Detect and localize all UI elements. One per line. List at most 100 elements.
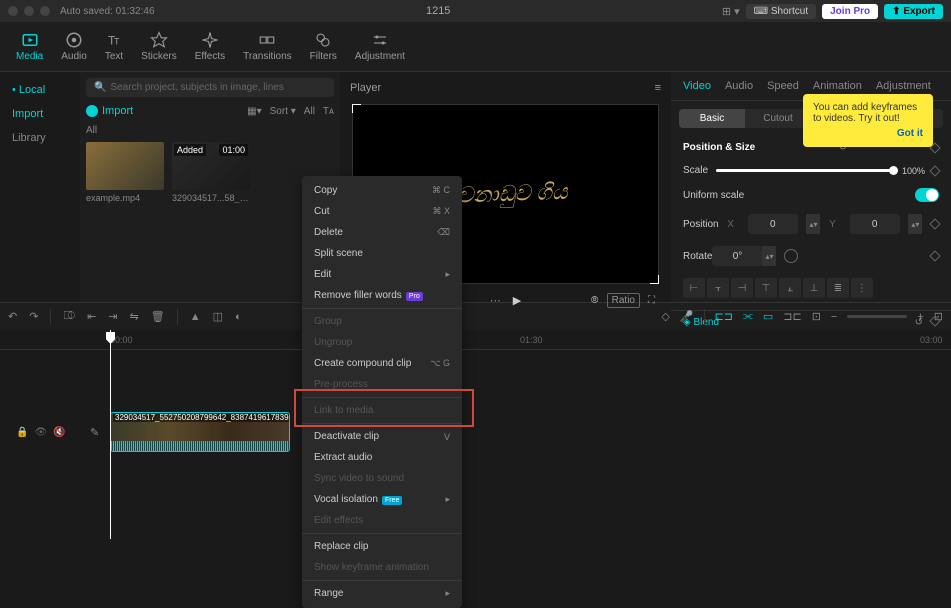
menu-adjustment[interactable]: Adjustment xyxy=(347,27,413,66)
position-y-input[interactable]: 0 xyxy=(850,214,900,234)
crop-icon[interactable]: ◫ xyxy=(213,310,223,323)
ctx-replace-clip[interactable]: Replace clip xyxy=(302,536,462,557)
keyframe-diamond[interactable] xyxy=(929,250,940,261)
tab-adjustment[interactable]: Adjustment xyxy=(876,80,931,92)
tooltip-gotit-button[interactable]: Got it xyxy=(897,128,923,139)
scale-slider[interactable] xyxy=(716,169,894,172)
ctx-split-scene[interactable]: Split scene xyxy=(302,243,462,264)
tab-audio[interactable]: Audio xyxy=(725,80,753,92)
timeline[interactable]: 00:00 01:30 03:00 🔒 👁 🔇 ✎ 329034517_5527… xyxy=(0,330,951,539)
sidebar-import[interactable]: Import xyxy=(0,102,80,126)
delete-icon[interactable]: 🗑 xyxy=(151,310,165,323)
marker-icon[interactable]: ◇ xyxy=(661,310,669,323)
ctx-range[interactable]: Range▸ xyxy=(302,583,462,604)
close-dot[interactable] xyxy=(8,6,18,16)
minimize-dot[interactable] xyxy=(24,6,34,16)
preview-icon[interactable]: ▭ xyxy=(763,310,773,323)
mic-icon[interactable]: 🎤 xyxy=(680,310,694,323)
menu-audio[interactable]: Audio xyxy=(53,27,95,66)
align-right-icon[interactable]: ⊣ xyxy=(731,278,753,298)
link-icon[interactable]: ⫘ xyxy=(743,310,753,323)
ctx-copy[interactable]: Copy⌘ C xyxy=(302,180,462,201)
mirror-icon[interactable]: ▲ xyxy=(190,311,201,323)
search-input[interactable]: 🔍 Search project, subjects in image, lin… xyxy=(86,78,334,97)
mute-icon[interactable]: 🔇 xyxy=(53,427,65,438)
ctx-vocal-isolation[interactable]: Vocal isolationFree▸ xyxy=(302,489,462,510)
keyframe-diamond[interactable] xyxy=(929,218,940,229)
align-left-icon[interactable]: ⊢ xyxy=(683,278,705,298)
text-size-icon[interactable]: Tᴀ xyxy=(323,106,334,117)
ratio-button[interactable]: Ratio xyxy=(607,293,640,308)
undo-icon[interactable]: ↶ xyxy=(8,310,17,323)
menu-text[interactable]: TTText xyxy=(97,27,131,66)
menu-filters[interactable]: Filters xyxy=(302,27,345,66)
media-thumb[interactable]: Added 01:00 329034517...58_n.mp4 xyxy=(172,142,250,203)
zoom-slider[interactable] xyxy=(847,315,907,318)
zoom-out-icon[interactable]: − xyxy=(831,311,837,323)
play-button[interactable]: ▶ xyxy=(513,294,521,307)
subtab-basic[interactable]: Basic xyxy=(679,109,745,128)
timeline-clip[interactable]: 329034517_552750208799642_83874196178398… xyxy=(110,412,290,452)
media-thumb[interactable]: example.mp4 xyxy=(86,142,164,203)
import-button[interactable]: Import xyxy=(86,105,133,117)
menu-transitions[interactable]: Transitions xyxy=(235,27,300,66)
filter-all-button[interactable]: All xyxy=(304,106,315,117)
sidebar-library[interactable]: Library xyxy=(0,126,80,150)
snap-icon[interactable]: ⊏⊐ xyxy=(715,310,733,323)
trim-left-icon[interactable]: ⇤ xyxy=(87,310,96,323)
edit-icon[interactable]: ✎ xyxy=(90,426,110,439)
ctx-extract-audio[interactable]: Extract audio xyxy=(302,447,462,468)
reverse-icon[interactable]: ◐ xyxy=(235,311,242,323)
rotate-input[interactable]: 0° xyxy=(712,246,762,266)
window-controls[interactable] xyxy=(8,6,50,16)
menu-effects[interactable]: Effects xyxy=(187,27,233,66)
fullscreen-icon[interactable]: ⛶ xyxy=(648,295,655,306)
layout-icon[interactable]: ⊞ ▾ xyxy=(722,5,740,18)
tab-video[interactable]: Video xyxy=(683,80,711,92)
sidebar-local[interactable]: • Local xyxy=(0,78,80,102)
focus-icon[interactable]: ⦾ xyxy=(591,295,599,306)
ctx-delete[interactable]: Delete⌫ xyxy=(302,222,462,243)
lock-icon[interactable]: 🔒 xyxy=(16,427,28,438)
split-icon[interactable]: ⎄ xyxy=(63,310,75,323)
ctx-deactivate[interactable]: Deactivate clipV xyxy=(302,426,462,447)
ctx-compound[interactable]: Create compound clip⌥ G xyxy=(302,353,462,374)
align-vcenter-icon[interactable]: ⫠ xyxy=(779,278,801,298)
eye-icon[interactable]: 👁 xyxy=(34,427,47,438)
tab-animation[interactable]: Animation xyxy=(813,80,862,92)
ctx-group: Group xyxy=(302,311,462,332)
maximize-dot[interactable] xyxy=(40,6,50,16)
view-grid-icon[interactable]: ▦▾ xyxy=(247,106,261,117)
position-x-input[interactable]: 0 xyxy=(748,214,798,234)
ellipsis-icon[interactable]: ⋯ xyxy=(490,294,501,307)
player-menu-icon[interactable]: ≡ xyxy=(655,82,661,94)
timeline-ruler[interactable]: 00:00 01:30 03:00 xyxy=(0,330,951,350)
video-track[interactable]: 🔒 👁 🔇 ✎ 329034517_552750208799642_838741… xyxy=(0,410,951,454)
zoom-in-icon[interactable]: + xyxy=(917,311,923,323)
trim-right-icon[interactable]: ⇥ xyxy=(108,310,117,323)
settings-icon[interactable]: ⊡ xyxy=(812,310,821,323)
join-pro-button[interactable]: Join Pro xyxy=(822,4,878,19)
align-hcenter-icon[interactable]: ⫟ xyxy=(707,278,729,298)
snap2-icon[interactable]: ⊐⊏ xyxy=(783,310,801,323)
menu-media[interactable]: Media xyxy=(8,27,51,66)
tab-speed[interactable]: Speed xyxy=(767,80,799,92)
uniform-scale-toggle[interactable] xyxy=(915,188,939,202)
slip-icon[interactable]: ⇋ xyxy=(130,310,139,323)
subtab-cutout[interactable]: Cutout xyxy=(745,109,811,128)
menu-stickers[interactable]: Stickers xyxy=(133,27,185,66)
sort-button[interactable]: Sort ▾ xyxy=(270,106,296,117)
ctx-cut[interactable]: Cut⌘ X xyxy=(302,201,462,222)
align-bottom-icon[interactable]: ⊥ xyxy=(803,278,825,298)
distribute-v-icon[interactable]: ⋮ xyxy=(851,278,873,298)
rotate-dial[interactable] xyxy=(784,249,798,263)
keyframe-diamond[interactable] xyxy=(929,165,940,176)
export-button[interactable]: ⬆ Export xyxy=(884,4,943,19)
playhead[interactable] xyxy=(110,330,111,539)
align-top-icon[interactable]: ⊤ xyxy=(755,278,777,298)
shortcut-button[interactable]: ⌨ Shortcut xyxy=(746,4,816,19)
redo-icon[interactable]: ↷ xyxy=(29,310,38,323)
ctx-edit[interactable]: Edit▸ xyxy=(302,264,462,285)
ctx-remove-filler[interactable]: Remove filler wordsPro xyxy=(302,285,462,306)
distribute-h-icon[interactable]: ≣ xyxy=(827,278,849,298)
